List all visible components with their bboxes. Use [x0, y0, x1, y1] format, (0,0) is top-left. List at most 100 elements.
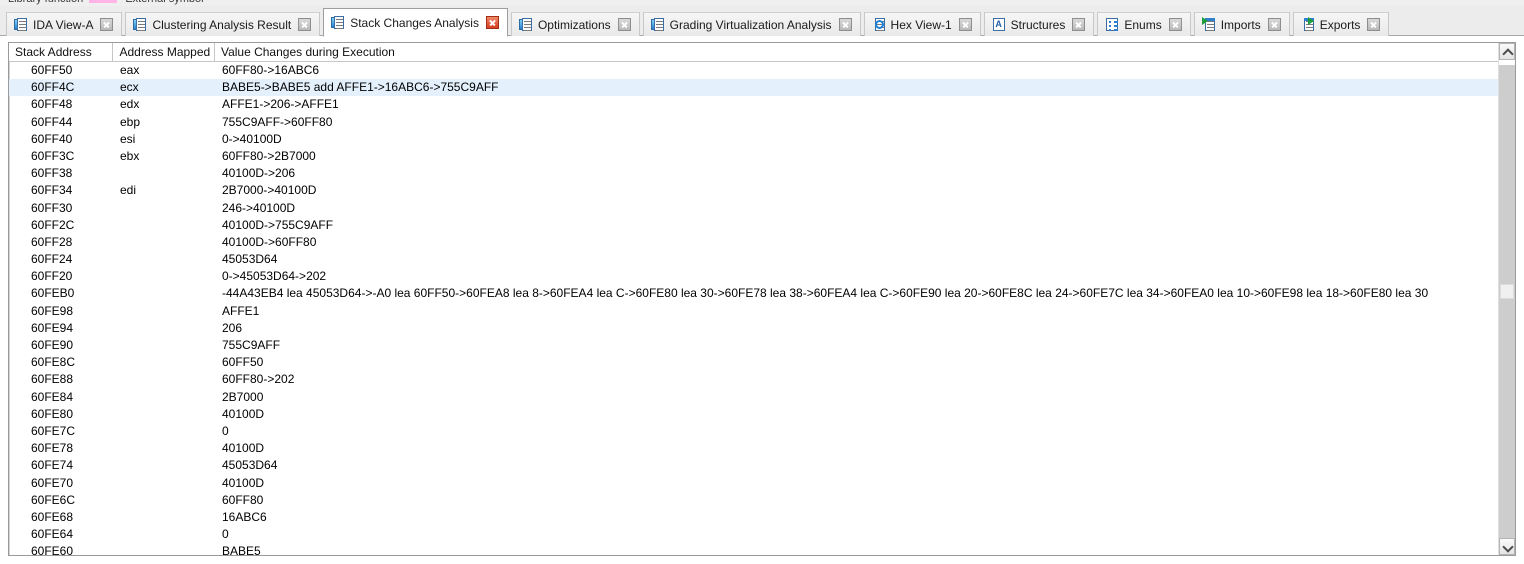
tab-label: Grading Virtualization Analysis [669, 17, 832, 32]
cell-value-changes: 755C9AFF->60FF80 [222, 114, 333, 129]
table-row[interactable]: 60FEB0 -44A43EB4 lea 45053D64->-A0 lea 60… [9, 285, 1498, 302]
cell-value-changes: 0 [222, 423, 229, 438]
cell-value-changes: 2B7000->40100D [222, 183, 317, 198]
legend-prefix-label: Library function [8, 0, 83, 5]
cell-address-mapped [114, 475, 216, 492]
table-row[interactable]: 60FE74 45053D64 [9, 457, 1498, 474]
table-row[interactable]: 60FF34 edi 2B7000->40100D [9, 182, 1498, 199]
cell-value-changes: AFFE1->206->AFFE1 [222, 97, 339, 112]
tab-hex-view-1[interactable]: Hex View-1 [863, 12, 981, 36]
table-row[interactable]: 60FE8C 60FF50 [9, 354, 1498, 371]
table-row[interactable]: 60FF50 eax 60FF80->16ABC6 [9, 62, 1498, 79]
tab-label: Clustering Analysis Result [152, 17, 292, 32]
cell-value-changes: 40100D->206 [222, 166, 296, 181]
cell-value-changes: 0->40100D [222, 131, 282, 146]
cell-value-changes: 60FF50 [222, 355, 264, 370]
table-row[interactable]: 60FE6C 60FF80 [9, 492, 1498, 509]
table-row[interactable]: 60FE84 2B7000 [9, 389, 1498, 406]
cell-value-changes: 16ABC6 [222, 509, 267, 524]
cell-stack-address: 60FF28 [31, 234, 73, 249]
tab-optimizations[interactable]: Optimizations [510, 12, 640, 36]
close-icon[interactable] [617, 18, 631, 31]
table-row[interactable]: 60FE88 60FF80->202 [9, 371, 1498, 388]
table-row[interactable]: 60FE94 206 [9, 320, 1498, 337]
cell-stack-address: 60FF40 [31, 131, 73, 146]
tab-clustering-analysis-result[interactable]: Clustering Analysis Result [125, 12, 321, 36]
document-icon [14, 17, 28, 32]
cell-address-mapped [114, 285, 216, 302]
cell-address-mapped: edi [120, 183, 137, 198]
table-row[interactable]: 60FE64 0 [9, 526, 1498, 543]
cell-stack-address: 60FE60 [31, 544, 74, 555]
cell-address-mapped [114, 406, 216, 423]
cell-address-mapped [114, 320, 216, 337]
scroll-up-button[interactable] [1499, 43, 1515, 60]
tab-exports[interactable]: Exports [1292, 12, 1390, 36]
cell-value-changes: 755C9AFF [222, 338, 281, 352]
close-icon[interactable] [1367, 18, 1381, 31]
table-row[interactable]: 60FF38 40100D->206 [9, 165, 1498, 182]
scroll-down-button[interactable] [1499, 538, 1515, 555]
table-row[interactable]: 60FE60 BABE5 [9, 543, 1498, 555]
table-row[interactable]: 60FE70 40100D [9, 475, 1498, 492]
table-row[interactable]: 60FF44 ebp 755C9AFF->60FF80 [9, 114, 1498, 131]
cell-address-mapped [114, 234, 216, 251]
table-row[interactable]: 60FF30 246->40100D [9, 200, 1498, 217]
table-row[interactable]: 60FF3C ebx 60FF80->2B7000 [9, 148, 1498, 165]
close-icon[interactable] [1072, 18, 1086, 31]
table-row[interactable]: 60FE7C 0 [9, 423, 1498, 440]
cell-stack-address: 60FE7C [31, 423, 76, 438]
cell-address-mapped [114, 337, 216, 354]
cell-address-mapped [114, 457, 216, 474]
cell-stack-address: 60FE90 [31, 338, 74, 352]
column-header-stack-address[interactable]: Stack Address [9, 43, 114, 62]
table-row[interactable]: 60FF48 edx AFFE1->206->AFFE1 [9, 96, 1498, 113]
close-icon-active[interactable] [485, 16, 499, 29]
cell-address-mapped: esi [120, 131, 136, 146]
table-row[interactable]: 60FE78 40100D [9, 440, 1498, 457]
table-row[interactable]: 60FE90 755C9AFF [9, 337, 1498, 354]
cell-address-mapped [114, 251, 216, 268]
cell-value-changes: 40100D [222, 406, 265, 421]
table-row[interactable]: 60FF20 0->45053D64->202 [9, 268, 1498, 285]
column-header-value-changes[interactable]: Value Changes during Execution [215, 43, 1498, 62]
document-icon [133, 17, 147, 32]
vertical-scrollbar[interactable] [1498, 43, 1515, 555]
cell-address-mapped: ebx [120, 148, 140, 163]
tab-ida-view-a[interactable]: IDA View-A [6, 12, 123, 36]
cell-stack-address: 60FE6C [31, 492, 76, 507]
scrollbar-thumb[interactable] [1500, 284, 1514, 299]
table-row[interactable]: 60FF40 esi 0->40100D [9, 131, 1498, 148]
close-icon[interactable] [1168, 18, 1182, 31]
tab-stack-changes-analysis[interactable]: Stack Changes Analysis [323, 8, 508, 37]
cell-value-changes: 45053D64 [222, 458, 278, 473]
document-icon [518, 17, 533, 32]
table-row[interactable]: 60FE80 40100D [9, 406, 1498, 423]
document-icon [650, 17, 665, 32]
close-icon[interactable] [1267, 18, 1281, 31]
stack-changes-panel: Stack Address Address Mapped Value Chang… [8, 42, 1516, 556]
cell-stack-address: 60FE84 [31, 389, 74, 404]
cell-address-mapped [114, 354, 216, 371]
close-icon[interactable] [298, 18, 312, 31]
table-row[interactable]: 60FF28 40100D->60FF80 [9, 234, 1498, 251]
table-row[interactable]: 60FF4C ecx BABE5->BABE5 add AFFE1->16ABC6-… [9, 79, 1498, 97]
tab-grading-virtualization-analysis[interactable]: Grading Virtualization Analysis [642, 12, 861, 36]
tab-enums[interactable]: Enums [1097, 12, 1191, 36]
tab-label: Stack Changes Analysis [350, 15, 479, 30]
table-row[interactable]: 60FF2C 40100D->755C9AFF [9, 217, 1498, 234]
table-row[interactable]: 60FE98 AFFE1 [9, 303, 1498, 320]
chevron-down-icon [1502, 541, 1514, 553]
column-header-address-mapped[interactable]: Address Mapped [113, 43, 215, 62]
cell-stack-address: 60FF4C [31, 80, 75, 95]
close-icon[interactable] [958, 18, 972, 31]
tab-imports[interactable]: Imports [1193, 12, 1290, 36]
cell-address-mapped: edx [120, 97, 140, 112]
close-icon[interactable] [838, 18, 852, 31]
cell-address-mapped: ebp [120, 114, 141, 129]
table-row[interactable]: 60FF24 45053D64 [9, 251, 1498, 268]
table-row[interactable]: 60FE68 16ABC6 [9, 509, 1498, 526]
tab-structures[interactable]: A Structures [983, 12, 1095, 36]
cell-value-changes: 60FF80->16ABC6 [222, 63, 320, 77]
close-icon[interactable] [100, 18, 114, 31]
